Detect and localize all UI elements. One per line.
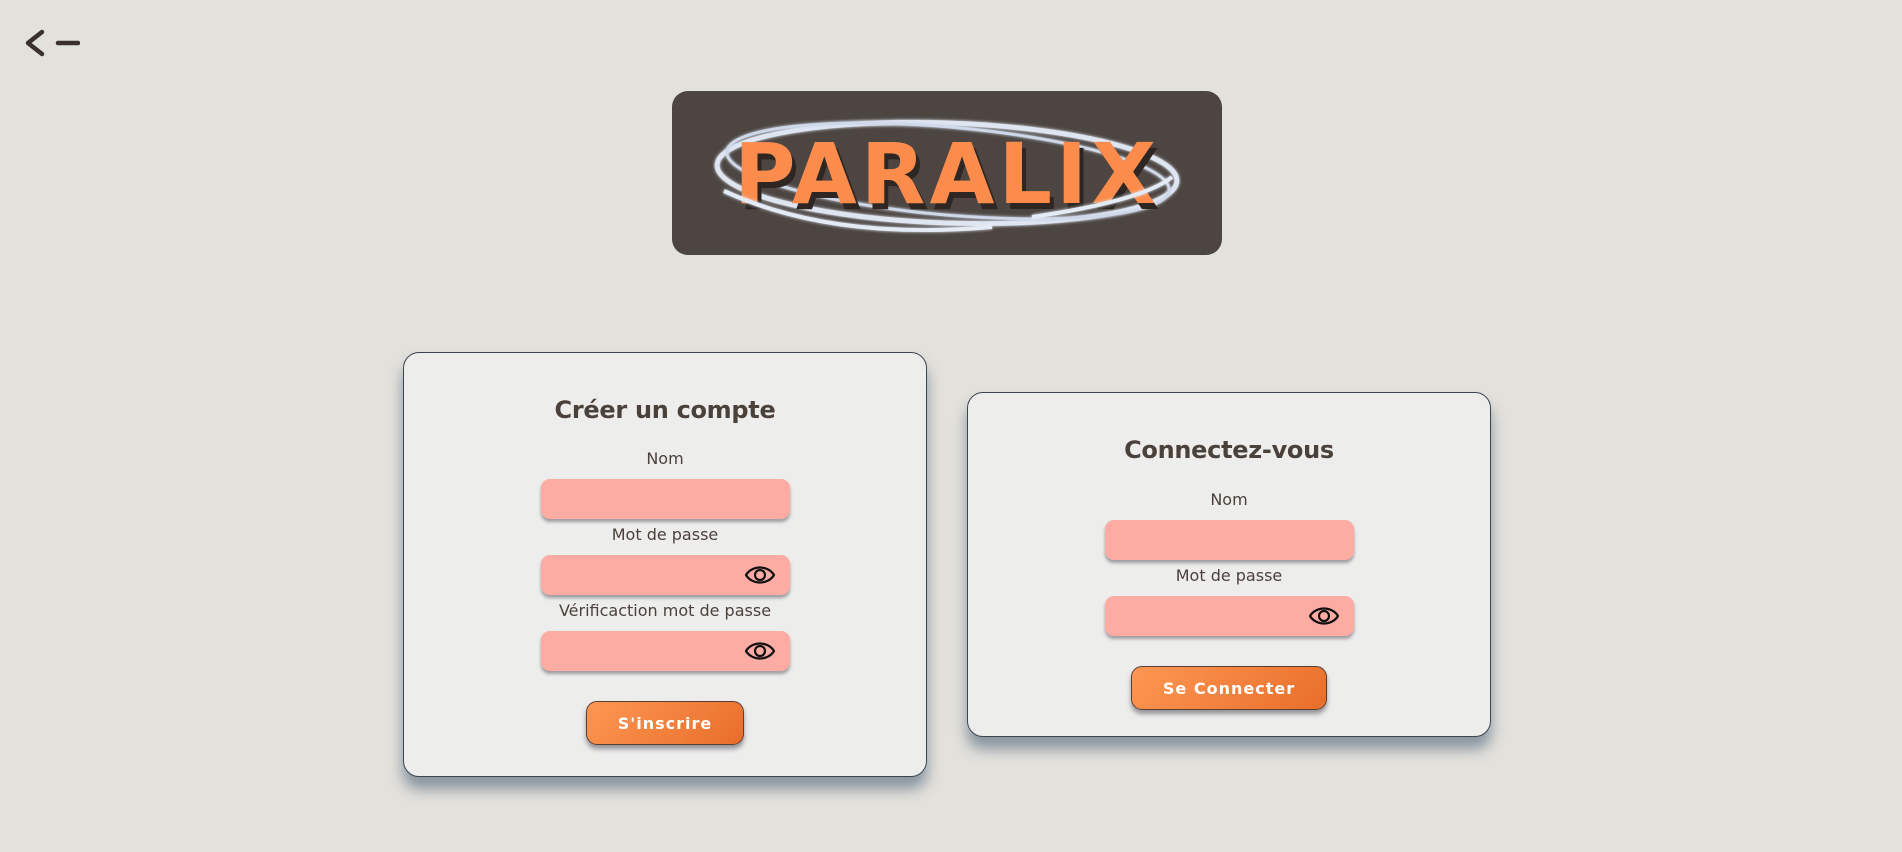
eye-icon[interactable]	[744, 639, 776, 663]
logo-text: PARALIX	[734, 125, 1160, 223]
login-password-label: Mot de passe	[1175, 566, 1283, 585]
login-button[interactable]: Se Connecter	[1131, 666, 1327, 710]
signup-title: Créer un compte	[554, 396, 776, 424]
login-name-input[interactable]	[1104, 520, 1354, 560]
login-name-field-wrapper	[1104, 520, 1354, 560]
eye-icon[interactable]	[744, 563, 776, 587]
signup-verify-label: Vérificaction mot de passe	[558, 601, 772, 620]
paralix-logo: PARALIX PARALIX	[672, 91, 1222, 255]
signup-name-label: Nom	[646, 449, 684, 468]
back-button[interactable]	[17, 22, 83, 64]
login-card: Connectez-vous Nom Mot de passe Se Conne…	[967, 392, 1491, 737]
eye-icon[interactable]	[1308, 604, 1340, 628]
login-password-field-wrapper	[1104, 596, 1354, 636]
login-name-label: Nom	[1210, 490, 1248, 509]
signup-card: Créer un compte Nom Mot de passe Vérific…	[403, 352, 927, 777]
signup-name-field-wrapper	[540, 479, 790, 519]
signup-button[interactable]: S'inscrire	[586, 701, 744, 745]
signup-password-field-wrapper	[540, 555, 790, 595]
login-title: Connectez-vous	[1124, 436, 1334, 464]
signup-password-label: Mot de passe	[611, 525, 719, 544]
signup-name-input[interactable]	[540, 479, 790, 519]
arrow-left-icon	[20, 28, 80, 58]
signup-verify-field-wrapper	[540, 631, 790, 671]
